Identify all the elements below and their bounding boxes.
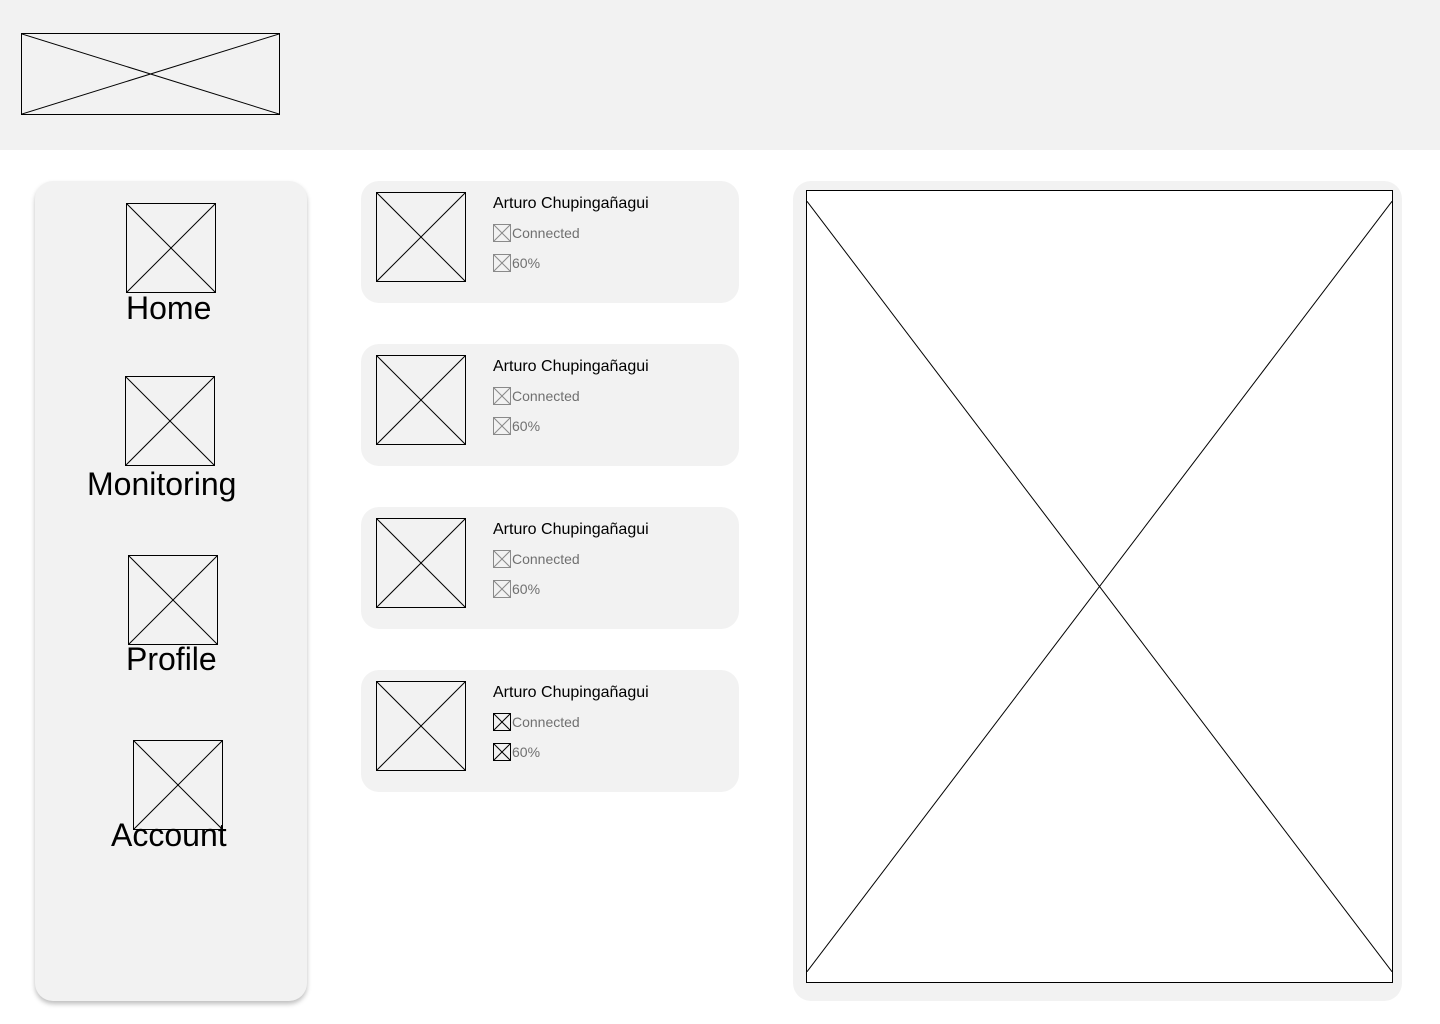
card-battery: 60%: [512, 744, 541, 760]
card-status: Connected: [512, 225, 580, 241]
profile-image-placeholder-icon: [128, 555, 218, 645]
card-battery: 60%: [512, 418, 541, 434]
sidebar-item-home[interactable]: Home: [35, 203, 307, 328]
home-image-placeholder-icon: [126, 203, 216, 293]
preview-image-placeholder-icon: [806, 190, 1393, 983]
card-image-placeholder-icon: [376, 681, 466, 771]
monitoring-image-placeholder-icon: [125, 376, 215, 466]
status-icon: [493, 224, 511, 242]
app-header: [0, 0, 1440, 150]
sidebar-item-label: Account: [111, 817, 227, 853]
sidebar-item-label: Profile: [126, 641, 217, 677]
card-battery-row: 60%: [493, 743, 540, 761]
device-card[interactable]: Arturo Chupingañagui Connected 60%: [361, 670, 739, 792]
card-status-row: Connected: [493, 224, 580, 242]
battery-icon: [493, 743, 511, 761]
logo-image-placeholder-icon[interactable]: [21, 33, 280, 115]
card-status: Connected: [512, 551, 580, 567]
card-status-row: Connected: [493, 550, 580, 568]
status-icon: [493, 387, 511, 405]
sidebar-item-account[interactable]: Account: [35, 740, 307, 865]
card-status-row: Connected: [493, 387, 580, 405]
card-battery: 60%: [512, 255, 541, 271]
sidebar-item-label: Monitoring: [87, 466, 237, 502]
card-name: Arturo Chupingañagui: [493, 684, 649, 701]
sidebar-item-profile[interactable]: Profile: [35, 555, 307, 680]
status-icon: [493, 713, 511, 731]
battery-icon: [493, 417, 511, 435]
battery-icon: [493, 254, 511, 272]
device-card[interactable]: Arturo Chupingañagui Connected 60%: [361, 344, 739, 466]
card-image-placeholder-icon: [376, 355, 466, 445]
card-battery: 60%: [512, 581, 541, 597]
device-card[interactable]: Arturo Chupingañagui Connected 60%: [361, 507, 739, 629]
card-image-placeholder-icon: [376, 518, 466, 608]
card-battery-row: 60%: [493, 580, 540, 598]
sidebar-item-monitoring[interactable]: Monitoring: [35, 376, 307, 506]
sidebar-item-label: Home: [126, 290, 212, 326]
card-status-row: Connected: [493, 713, 580, 731]
card-name: Arturo Chupingañagui: [493, 521, 649, 538]
device-card[interactable]: Arturo Chupingañagui Connected 60%: [361, 181, 739, 303]
card-image-placeholder-icon: [376, 192, 466, 282]
card-battery-row: 60%: [493, 254, 540, 272]
sidebar-nav: Home Monitoring Profile Account: [35, 181, 307, 1001]
status-icon: [493, 550, 511, 568]
preview-panel: [793, 181, 1402, 1001]
card-battery-row: 60%: [493, 417, 540, 435]
battery-icon: [493, 580, 511, 598]
card-name: Arturo Chupingañagui: [493, 195, 649, 212]
card-name: Arturo Chupingañagui: [493, 358, 649, 375]
card-status: Connected: [512, 388, 580, 404]
card-status: Connected: [512, 714, 580, 730]
